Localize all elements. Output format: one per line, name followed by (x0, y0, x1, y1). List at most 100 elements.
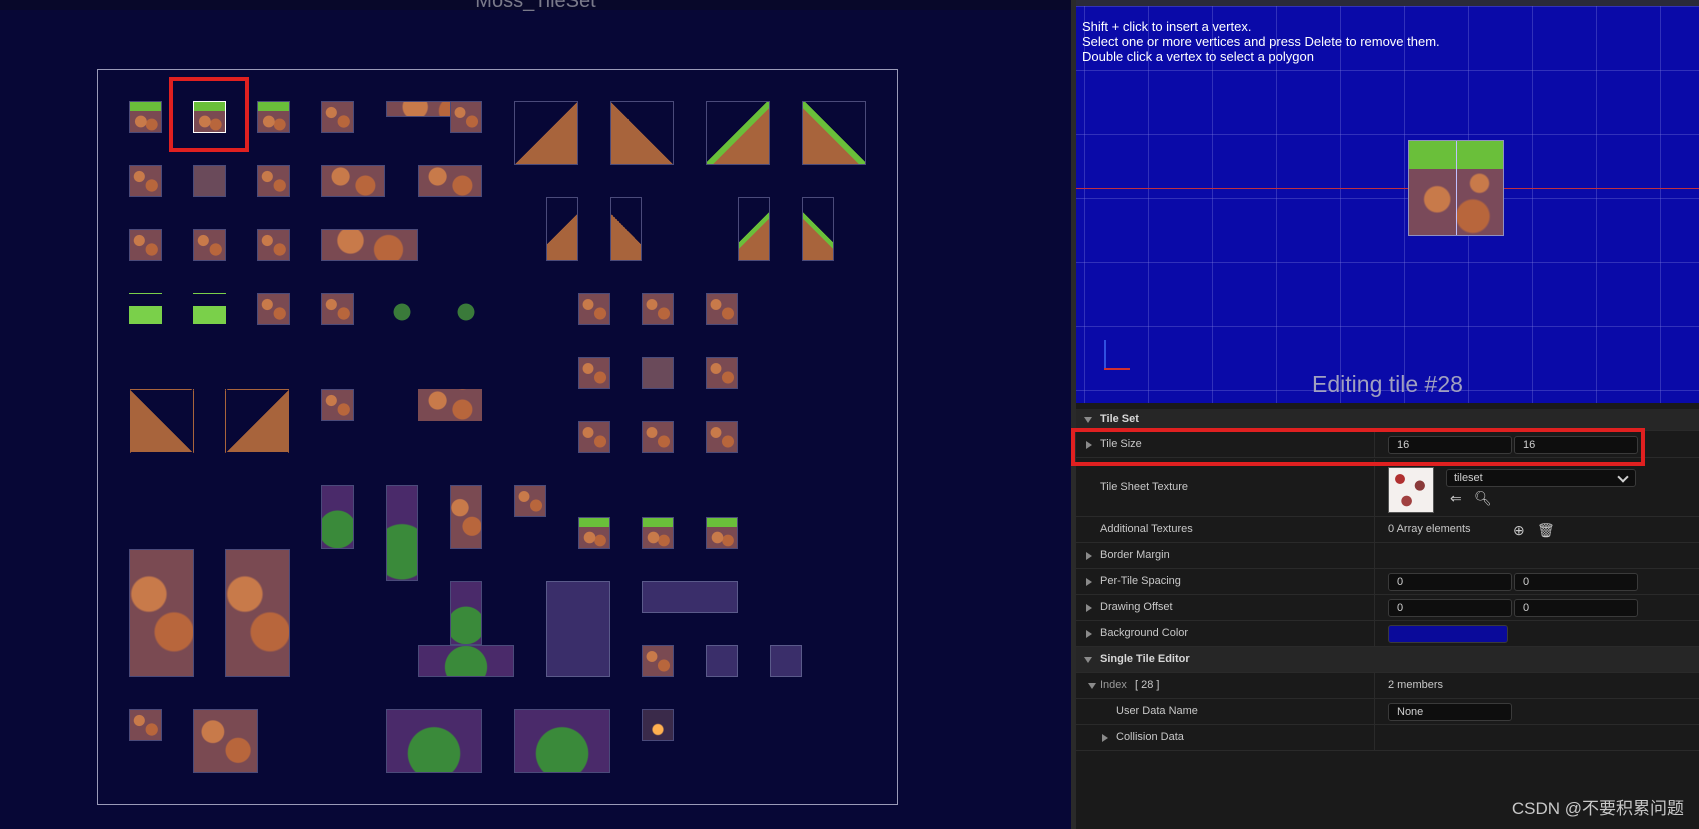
tile[interactable] (193, 229, 226, 261)
tile[interactable] (321, 389, 354, 421)
expand-arrow-icon[interactable] (1086, 578, 1092, 586)
tile[interactable] (321, 229, 418, 261)
browse-asset-icon[interactable]: 🔍︎ (1474, 491, 1492, 505)
collapse-arrow-icon[interactable] (1084, 417, 1092, 423)
texture-thumbnail[interactable] (1388, 467, 1434, 513)
tile[interactable] (386, 485, 418, 581)
tile[interactable] (257, 101, 290, 133)
tile[interactable] (225, 549, 290, 677)
tile[interactable] (129, 389, 194, 453)
tile[interactable] (578, 293, 610, 325)
per-tile-spacing-y-input[interactable]: 0 (1514, 573, 1638, 591)
tile[interactable] (738, 197, 770, 261)
axis-z-line (1104, 340, 1106, 368)
tile[interactable] (386, 709, 482, 773)
tile[interactable] (129, 293, 162, 325)
tile[interactable] (129, 165, 162, 197)
tile[interactable] (514, 709, 610, 773)
tile[interactable] (257, 293, 290, 325)
tile[interactable] (802, 101, 866, 165)
collapse-arrow-icon[interactable] (1088, 683, 1096, 689)
tile[interactable] (193, 293, 226, 325)
tile[interactable] (642, 421, 674, 453)
expand-arrow-icon[interactable] (1102, 734, 1108, 742)
tile[interactable] (546, 197, 578, 261)
tile-preview[interactable] (1408, 140, 1504, 236)
tile[interactable] (193, 709, 258, 773)
hint-line-1: Shift + click to insert a vertex. (1082, 19, 1252, 34)
tile[interactable] (514, 485, 546, 517)
per-tile-spacing-x-input[interactable]: 0 (1388, 573, 1512, 591)
tile[interactable] (706, 293, 738, 325)
section-single-tile-editor[interactable]: Single Tile Editor (1076, 647, 1699, 673)
drawing-offset-x-input[interactable]: 0 (1388, 599, 1512, 617)
user-data-name-input[interactable]: None (1388, 703, 1512, 721)
tile[interactable] (193, 165, 226, 197)
tile[interactable] (706, 421, 738, 453)
tile[interactable] (578, 357, 610, 389)
drawing-offset-y-input[interactable]: 0 (1514, 599, 1638, 617)
tile[interactable] (129, 549, 194, 677)
tile[interactable] (129, 101, 162, 133)
watermark: CSDN @不要积累问题 (1511, 799, 1684, 818)
tile[interactable] (802, 197, 834, 261)
texture-dropdown[interactable]: tileset (1446, 469, 1636, 487)
tile[interactable] (450, 293, 482, 325)
texture-dropdown-value: tileset (1454, 472, 1483, 484)
tile-viewport[interactable]: Shift + click to insert a vertex. Select… (1076, 0, 1699, 403)
tile[interactable] (642, 709, 674, 741)
tile[interactable] (450, 581, 482, 645)
tile[interactable] (706, 645, 738, 677)
tile[interactable] (321, 293, 354, 325)
tile[interactable] (129, 709, 162, 741)
tile-sheet-texture-label: Tile Sheet Texture (1100, 481, 1189, 493)
tile[interactable] (706, 357, 738, 389)
background-color-swatch[interactable] (1388, 625, 1508, 643)
tile[interactable] (418, 389, 482, 421)
editor-panel: Shift + click to insert a vertex. Select… (1076, 0, 1699, 829)
tile[interactable] (225, 389, 290, 453)
tile[interactable] (610, 101, 674, 165)
tile[interactable] (257, 229, 290, 261)
tile[interactable] (770, 645, 802, 677)
row-per-tile-spacing: Per-Tile Spacing 0 0 (1076, 569, 1699, 595)
row-drawing-offset: Drawing Offset 0 0 (1076, 595, 1699, 621)
tile[interactable] (642, 517, 674, 549)
tile[interactable] (610, 197, 642, 261)
add-element-icon[interactable]: ⊕ (1513, 523, 1525, 537)
tile[interactable] (578, 421, 610, 453)
expand-arrow-icon[interactable] (1086, 630, 1092, 638)
tile[interactable] (706, 517, 738, 549)
tile[interactable] (514, 101, 578, 165)
user-data-name-label: User Data Name (1116, 705, 1198, 717)
row-background-color: Background Color (1076, 621, 1699, 647)
expand-arrow-icon[interactable] (1086, 552, 1092, 560)
expand-arrow-icon[interactable] (1086, 604, 1092, 612)
row-user-data-name: User Data Name None (1076, 699, 1699, 725)
tile[interactable] (706, 101, 770, 165)
tile[interactable] (642, 357, 674, 389)
tile[interactable] (450, 485, 482, 549)
tile[interactable] (321, 485, 354, 549)
tile[interactable] (418, 165, 482, 197)
tile[interactable] (129, 229, 162, 261)
hint-line-3: Double click a vertex to select a polygo… (1082, 49, 1314, 64)
tile[interactable] (578, 517, 610, 549)
section-tile-set-label: Tile Set (1100, 413, 1139, 425)
tile[interactable] (642, 581, 738, 613)
background-color-label: Background Color (1100, 627, 1189, 639)
delete-elements-icon[interactable]: 🗑︎ (1537, 523, 1555, 537)
tile[interactable] (546, 581, 610, 677)
tile[interactable] (386, 293, 418, 325)
tile[interactable] (642, 645, 674, 677)
tile[interactable] (418, 645, 514, 677)
collapse-arrow-icon[interactable] (1084, 657, 1092, 663)
tile[interactable] (450, 101, 482, 133)
tile[interactable] (257, 165, 290, 197)
tile[interactable] (321, 165, 385, 197)
tile[interactable] (642, 293, 674, 325)
tile[interactable] (321, 101, 354, 133)
use-selected-asset-icon[interactable]: ⇐ (1450, 491, 1462, 505)
collision-data-label: Collision Data (1116, 731, 1184, 743)
row-index: Index [ 28 ] 2 members (1076, 673, 1699, 699)
